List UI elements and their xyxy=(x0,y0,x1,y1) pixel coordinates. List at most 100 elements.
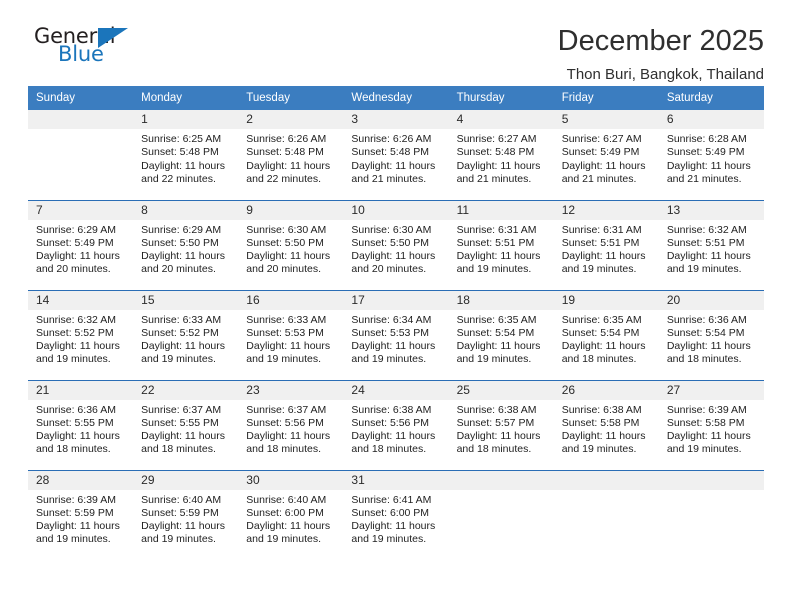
calendar-day-cell[interactable]: 27 Sunrise: 6:39 AM Sunset: 5:58 PM Dayligh… xyxy=(658,379,764,470)
calendar-week-row: 21 Sunrise: 6:36 AM Sunset: 5:55 PM Dayligh… xyxy=(28,379,764,470)
calendar-day-cell[interactable]: 15 Sunrise: 6:33 AM Sunset: 5:52 PM Dayligh… xyxy=(133,289,239,380)
page-header: General Blue December 2025 Thon Buri, Ba… xyxy=(28,0,764,84)
sunrise-text: Sunrise: 6:40 AM xyxy=(246,493,327,506)
daylight-text: Daylight: 11 hours and 22 minutes. xyxy=(141,159,225,185)
calendar-day-cell[interactable]: 22 Sunrise: 6:37 AM Sunset: 5:55 PM Dayligh… xyxy=(133,379,239,470)
day-sun-info: Sunrise: 6:28 AM Sunset: 5:49 PM Daylight:… xyxy=(659,129,764,186)
daylight-text: Daylight: 11 hours and 20 minutes. xyxy=(36,250,120,276)
day-cell-content: 28 Sunrise: 6:39 AM Sunset: 5:59 PM Dayligh… xyxy=(28,470,134,561)
calendar-day-cell[interactable]: 16 Sunrise: 6:33 AM Sunset: 5:53 PM Dayligh… xyxy=(238,289,344,380)
day-sun-info: Sunrise: 6:30 AM Sunset: 5:50 PM Daylight:… xyxy=(238,220,343,277)
sunrise-text: Sunrise: 6:29 AM xyxy=(141,223,222,236)
calendar-day-cell[interactable]: 30 Sunrise: 6:40 AM Sunset: 6:00 PM Dayligh… xyxy=(238,469,344,560)
day-cell-content: 7 Sunrise: 6:29 AM Sunset: 5:49 PM Daylight… xyxy=(28,200,134,290)
day-cell-content: 8 Sunrise: 6:29 AM Sunset: 5:50 PM Daylight… xyxy=(133,200,239,290)
calendar-day-cell[interactable]: 1 Sunrise: 6:25 AM Sunset: 5:48 PM Daylight… xyxy=(133,110,239,200)
calendar-day-cell[interactable]: 10 Sunrise: 6:30 AM Sunset: 5:50 PM Dayligh… xyxy=(343,199,449,290)
calendar-day-cell[interactable]: 25 Sunrise: 6:38 AM Sunset: 5:57 PM Dayligh… xyxy=(448,379,554,470)
sunrise-text: Sunrise: 6:33 AM xyxy=(246,313,327,326)
day-sun-info: Sunrise: 6:39 AM Sunset: 5:59 PM Daylight:… xyxy=(28,490,133,547)
calendar-day-cell[interactable]: 20 Sunrise: 6:36 AM Sunset: 5:54 PM Dayligh… xyxy=(658,289,764,380)
calendar-day-cell[interactable]: 26 Sunrise: 6:38 AM Sunset: 5:58 PM Dayligh… xyxy=(553,379,659,470)
day-sun-info: Sunrise: 6:38 AM Sunset: 5:56 PM Daylight:… xyxy=(343,400,448,457)
page-title: December 2025 xyxy=(557,25,764,57)
calendar-day-cell[interactable]: 31 Sunrise: 6:41 AM Sunset: 6:00 PM Dayligh… xyxy=(343,469,449,560)
daylight-text: Daylight: 11 hours and 19 minutes. xyxy=(351,340,436,366)
sunrise-text: Sunrise: 6:39 AM xyxy=(666,403,747,416)
calendar-day-cell[interactable]: 11 Sunrise: 6:31 AM Sunset: 5:51 PM Dayligh… xyxy=(448,199,554,290)
day-sun-info: Sunrise: 6:30 AM Sunset: 5:50 PM Daylight:… xyxy=(343,220,448,277)
daylight-text: Daylight: 11 hours and 18 minutes. xyxy=(246,430,331,456)
calendar-day-cell[interactable]: 4 Sunrise: 6:27 AM Sunset: 5:48 PM Daylight… xyxy=(448,110,554,200)
sunset-text: Sunset: 5:49 PM xyxy=(36,236,114,249)
day-cell-content: 2 Sunrise: 6:26 AM Sunset: 5:48 PM Daylight… xyxy=(238,110,344,200)
day-number: 1 xyxy=(133,110,239,129)
day-sun-info: Sunrise: 6:39 AM Sunset: 5:58 PM Daylight:… xyxy=(659,400,764,457)
day-cell-content: 1 Sunrise: 6:25 AM Sunset: 5:48 PM Daylight… xyxy=(133,110,239,200)
calendar-day-cell[interactable]: 12 Sunrise: 6:31 AM Sunset: 5:51 PM Dayligh… xyxy=(553,199,659,290)
daylight-text: Daylight: 11 hours and 19 minutes. xyxy=(561,430,646,456)
calendar-day-cell[interactable]: 24 Sunrise: 6:38 AM Sunset: 5:56 PM Dayligh… xyxy=(343,379,449,470)
calendar-day-cell[interactable]: 8 Sunrise: 6:29 AM Sunset: 5:50 PM Daylight… xyxy=(133,199,239,290)
sunrise-text: Sunrise: 6:39 AM xyxy=(36,493,116,506)
day-number xyxy=(658,470,764,490)
calendar-week-row: 14 Sunrise: 6:32 AM Sunset: 5:52 PM Dayligh… xyxy=(28,289,764,380)
calendar-day-cell[interactable]: 6 Sunrise: 6:28 AM Sunset: 5:49 PM Daylight… xyxy=(658,110,764,200)
day-cell-content: 22 Sunrise: 6:37 AM Sunset: 5:55 PM Dayligh… xyxy=(133,380,239,470)
sunrise-text: Sunrise: 6:37 AM xyxy=(141,403,222,416)
day-number xyxy=(553,470,659,490)
sunset-text: Sunset: 5:58 PM xyxy=(666,416,745,429)
sunrise-text: Sunrise: 6:27 AM xyxy=(561,133,642,145)
sunset-text: Sunset: 5:49 PM xyxy=(666,146,745,159)
calendar-day-cell[interactable]: 7 Sunrise: 6:29 AM Sunset: 5:49 PM Daylight… xyxy=(28,199,134,290)
daylight-text: Daylight: 11 hours and 18 minutes. xyxy=(561,340,646,366)
calendar-day-cell[interactable]: 19 Sunrise: 6:35 AM Sunset: 5:54 PM Dayligh… xyxy=(553,289,659,380)
calendar-day-cell[interactable]: 21 Sunrise: 6:36 AM Sunset: 5:55 PM Dayligh… xyxy=(28,379,134,470)
calendar-day-cell-empty xyxy=(448,469,554,560)
day-cell-content xyxy=(658,470,764,561)
daylight-text: Daylight: 11 hours and 19 minutes. xyxy=(141,520,225,546)
daylight-text: Daylight: 11 hours and 19 minutes. xyxy=(36,340,120,366)
calendar-day-cell[interactable]: 9 Sunrise: 6:30 AM Sunset: 5:50 PM Daylight… xyxy=(238,199,344,290)
day-cell-content: 9 Sunrise: 6:30 AM Sunset: 5:50 PM Daylight… xyxy=(238,200,344,290)
calendar-day-cell[interactable]: 5 Sunrise: 6:27 AM Sunset: 5:49 PM Daylight… xyxy=(553,110,659,200)
calendar-day-cell[interactable]: 14 Sunrise: 6:32 AM Sunset: 5:52 PM Dayligh… xyxy=(28,289,134,380)
calendar-day-cell[interactable]: 3 Sunrise: 6:26 AM Sunset: 5:48 PM Daylight… xyxy=(343,110,449,200)
day-cell-content: 29 Sunrise: 6:40 AM Sunset: 5:59 PM Dayligh… xyxy=(133,470,239,561)
sunset-text: Sunset: 5:55 PM xyxy=(36,416,114,429)
calendar-day-cell[interactable]: 23 Sunrise: 6:37 AM Sunset: 5:56 PM Dayligh… xyxy=(238,379,344,470)
day-number: 5 xyxy=(553,110,659,129)
calendar-day-cell[interactable]: 18 Sunrise: 6:35 AM Sunset: 5:54 PM Dayligh… xyxy=(448,289,554,380)
day-cell-content: 10 Sunrise: 6:30 AM Sunset: 5:50 PM Dayligh… xyxy=(343,200,449,290)
sunrise-text: Sunrise: 6:36 AM xyxy=(666,313,747,326)
day-number: 3 xyxy=(343,110,449,129)
daylight-text: Daylight: 11 hours and 21 minutes. xyxy=(561,159,646,185)
daylight-text: Daylight: 11 hours and 20 minutes. xyxy=(351,250,436,276)
calendar-day-cell[interactable]: 17 Sunrise: 6:34 AM Sunset: 5:53 PM Dayligh… xyxy=(343,289,449,380)
daylight-text: Daylight: 11 hours and 19 minutes. xyxy=(666,430,751,456)
day-sun-info: Sunrise: 6:26 AM Sunset: 5:48 PM Daylight:… xyxy=(238,129,343,186)
day-number xyxy=(448,470,554,490)
day-number: 7 xyxy=(28,200,134,220)
calendar-day-cell[interactable]: 29 Sunrise: 6:40 AM Sunset: 5:59 PM Dayligh… xyxy=(133,469,239,561)
daylight-text: Daylight: 11 hours and 19 minutes. xyxy=(456,250,541,276)
day-sun-info: Sunrise: 6:27 AM Sunset: 5:48 PM Daylight:… xyxy=(449,129,554,186)
sunset-text: Sunset: 5:56 PM xyxy=(351,416,430,429)
brand-logo[interactable]: General Blue xyxy=(28,26,148,74)
daylight-text: Daylight: 11 hours and 18 minutes. xyxy=(456,430,541,456)
calendar-day-cell[interactable]: 28 Sunrise: 6:39 AM Sunset: 5:59 PM Dayligh… xyxy=(28,469,134,561)
weekday-header-friday: Friday xyxy=(553,86,659,110)
sunrise-text: Sunrise: 6:26 AM xyxy=(246,133,327,145)
day-sun-info: Sunrise: 6:31 AM Sunset: 5:51 PM Daylight:… xyxy=(449,220,554,277)
day-number: 8 xyxy=(133,200,239,220)
day-number: 15 xyxy=(133,290,239,310)
calendar-day-cell-empty xyxy=(28,110,134,200)
calendar-day-cell[interactable]: 2 Sunrise: 6:26 AM Sunset: 5:48 PM Daylight… xyxy=(238,110,344,200)
calendar-day-cell[interactable]: 13 Sunrise: 6:32 AM Sunset: 5:51 PM Dayligh… xyxy=(658,199,764,290)
sunset-text: Sunset: 5:58 PM xyxy=(561,416,640,429)
day-sun-info: Sunrise: 6:38 AM Sunset: 5:57 PM Daylight:… xyxy=(449,400,554,457)
day-sun-info: Sunrise: 6:35 AM Sunset: 5:54 PM Daylight:… xyxy=(449,310,554,367)
sunset-text: Sunset: 5:50 PM xyxy=(141,236,219,249)
sunrise-text: Sunrise: 6:38 AM xyxy=(456,403,537,416)
day-cell-content: 4 Sunrise: 6:27 AM Sunset: 5:48 PM Daylight… xyxy=(448,110,554,200)
